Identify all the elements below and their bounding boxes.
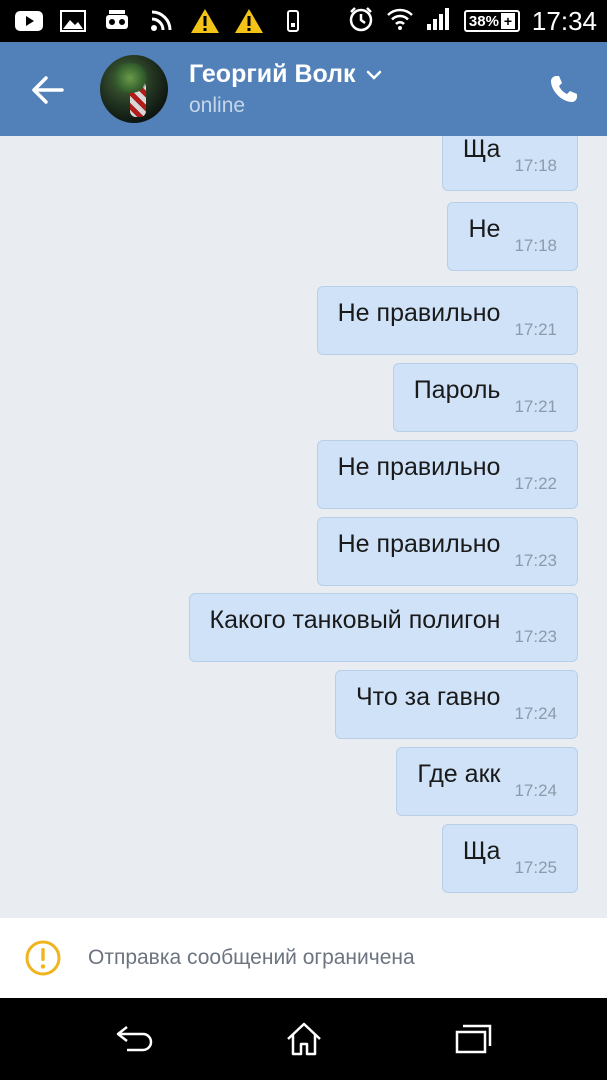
system-icons: 38% + 17:34 (348, 0, 597, 42)
message-bubble[interactable]: Что за гавно 17:24 (334, 670, 578, 739)
recent-apps-icon (455, 1024, 492, 1054)
status-bar: 38% + 17:34 (0, 0, 607, 42)
message-bubble[interactable]: Ща 17:25 (441, 824, 578, 893)
message-time: 17:23 (514, 626, 557, 646)
message-bubble[interactable]: Не правильно 17:21 (316, 286, 578, 355)
avatar[interactable] (100, 55, 168, 123)
message-text: Ща (462, 136, 501, 163)
message-bubble[interactable]: Где акк 17:24 (396, 747, 578, 816)
chevron-down-icon (366, 70, 381, 80)
message-text: Не (468, 215, 501, 243)
message-text: Ща (462, 837, 501, 865)
warning-icon (190, 8, 220, 34)
message-time: 17:24 (514, 780, 557, 800)
message-bubble[interactable]: Не правильно 17:22 (316, 440, 578, 509)
rss-icon (146, 8, 176, 34)
message-text: Не правильно (337, 299, 501, 327)
message-bubble[interactable]: Не правильно 17:23 (316, 517, 578, 586)
alarm-icon (348, 6, 374, 37)
wifi-icon (386, 7, 414, 36)
message-text: Не правильно (337, 530, 501, 558)
sim-icon (278, 8, 308, 34)
back-button[interactable] (22, 64, 74, 116)
clock: 17:34 (531, 5, 597, 36)
battery-indicator: 38% + (463, 10, 520, 32)
message-time: 17:24 (514, 703, 557, 723)
message-text: Какого танковый полигон (209, 606, 501, 634)
message-time: 17:25 (514, 857, 557, 877)
home-icon (287, 1022, 321, 1056)
notification-icons (14, 6, 308, 36)
chat-header: Георгий Волк online (0, 42, 607, 136)
messaging-restricted-banner: Отправка сообщений ограничена (0, 918, 607, 998)
message-text: Где акк (417, 760, 501, 788)
navigation-bar (0, 998, 607, 1080)
message-bubble[interactable]: Ща 17:18 (441, 136, 578, 191)
nav-recents-button[interactable] (448, 1018, 498, 1060)
back-icon (116, 1026, 153, 1052)
nav-home-button[interactable] (279, 1018, 329, 1060)
contact-name-dropdown[interactable]: Георгий Волк (189, 60, 382, 89)
message-bubble[interactable]: Пароль 17:21 (392, 363, 578, 432)
arrow-left-icon (32, 76, 64, 104)
phone-icon (551, 76, 577, 102)
message-time: 17:21 (514, 319, 557, 339)
message-time: 17:18 (514, 235, 557, 255)
restriction-text: Отправка сообщений ограничена (88, 946, 415, 969)
signal-icon (426, 7, 452, 36)
message-list[interactable]: Ща 17:18 Не 17:18 Не правильно 17:21 Пар… (0, 136, 607, 916)
game-icon (102, 8, 132, 34)
warning-icon (234, 8, 264, 34)
message-time: 17:23 (514, 550, 557, 570)
message-bubble[interactable]: Не 17:18 (447, 202, 578, 271)
message-time: 17:22 (514, 473, 557, 493)
alert-circle-icon (25, 940, 61, 976)
contact-name: Георгий Волк (189, 60, 356, 88)
message-text: Пароль (413, 376, 501, 404)
battery-percent: 38% (468, 12, 499, 30)
youtube-icon (14, 8, 44, 34)
gallery-icon (58, 8, 88, 34)
message-time: 17:21 (514, 396, 557, 416)
message-time: 17:18 (514, 155, 557, 175)
message-bubble[interactable]: Какого танковый полигон 17:23 (188, 593, 578, 662)
contact-status: online (189, 94, 246, 117)
call-button[interactable] (541, 66, 587, 112)
battery-plus-icon: + (500, 13, 515, 29)
message-text: Что за гавно (355, 683, 501, 711)
message-text: Не правильно (337, 453, 501, 481)
nav-back-button[interactable] (110, 1018, 160, 1060)
